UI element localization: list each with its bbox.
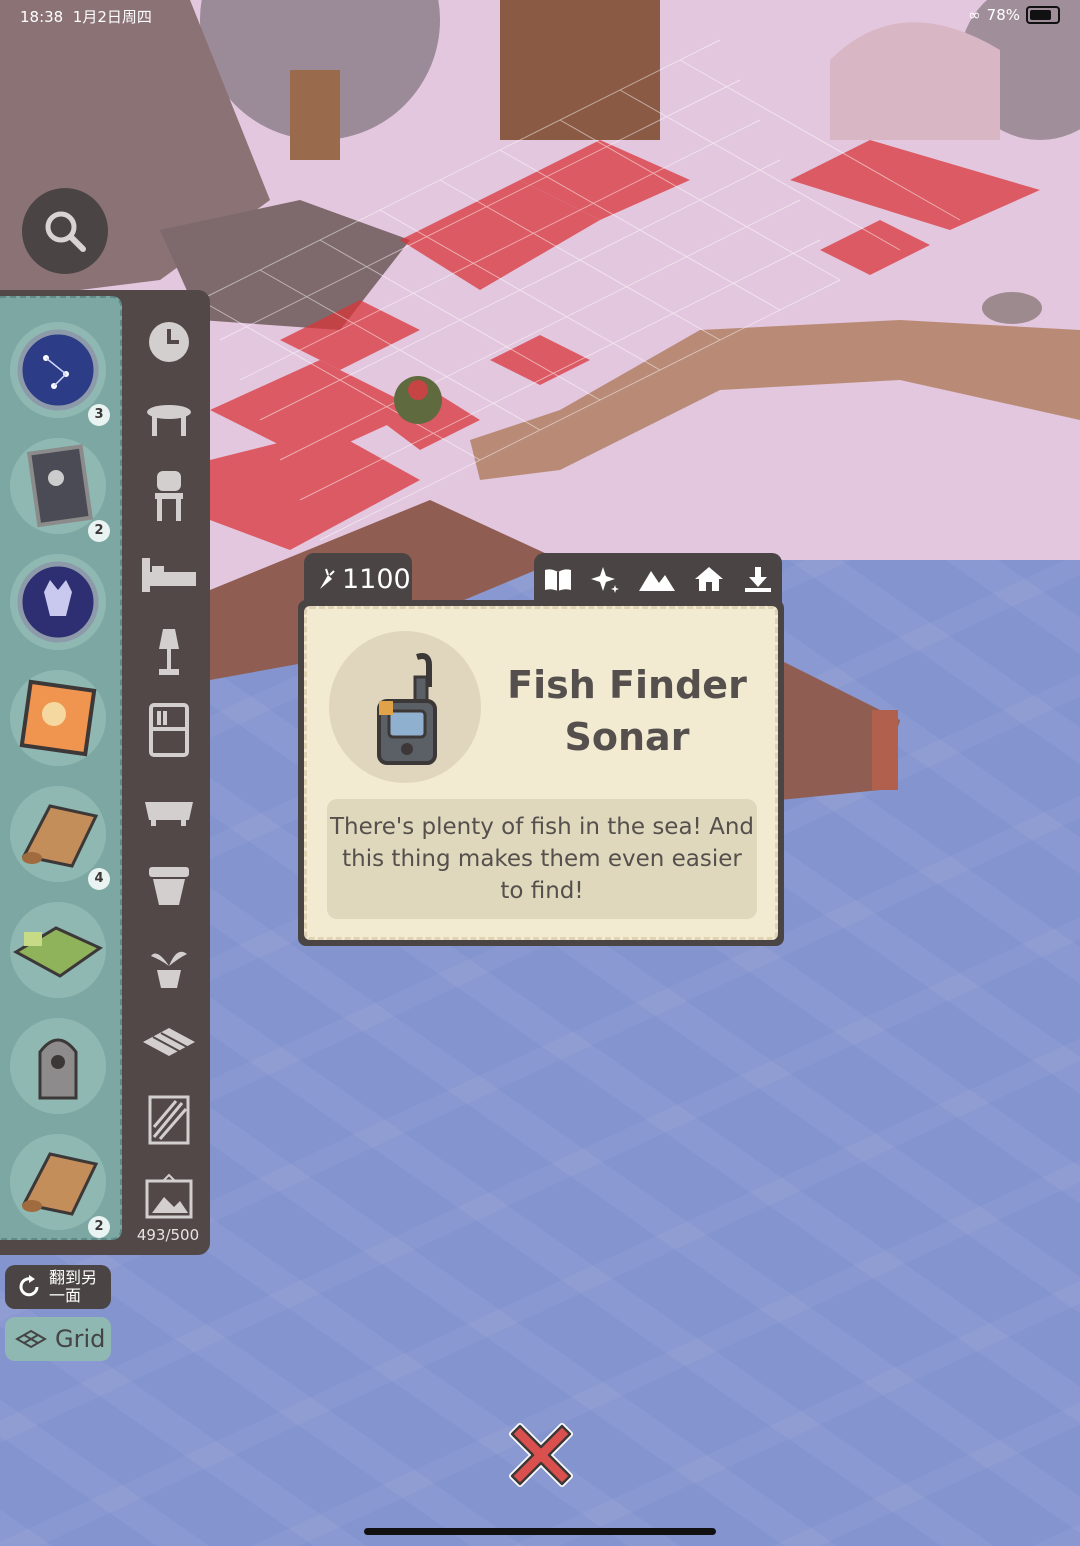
inventory-item-wood-roll[interactable]: 4: [10, 786, 110, 890]
bathtub-icon: [145, 802, 193, 826]
dog-portrait-icon: [17, 561, 99, 643]
inventory-item-poster[interactable]: 2: [10, 438, 110, 542]
wallpaper-icon: [148, 1095, 190, 1145]
battery-icon: [1026, 6, 1060, 24]
status-time: 18:38 1月2日周四: [20, 8, 152, 26]
status-bar: 18:38 1月2日周四 ∞ 78%: [0, 0, 1080, 32]
inventory-items: 3 2 4 2: [0, 296, 122, 1240]
tree-trunk: [290, 70, 340, 160]
download-icon[interactable]: [743, 565, 773, 593]
item-count-badge: 4: [88, 868, 110, 890]
category-chair[interactable]: [134, 464, 204, 528]
pot-icon: [149, 867, 189, 905]
plant-flower: [408, 380, 428, 400]
category-shelf[interactable]: [134, 698, 204, 762]
tooltip-card: Fish Finder Sonar There's plenty of fish…: [304, 606, 778, 940]
lamp-icon: [159, 629, 179, 675]
grid-icon: [15, 1329, 47, 1349]
gravestone-icon: [38, 1038, 78, 1100]
item-title: Fish Finder Sonar: [507, 663, 747, 759]
fish-finder-icon: [329, 631, 481, 783]
category-wallpaper[interactable]: [134, 1088, 204, 1152]
wood-roll-icon: [21, 1152, 99, 1216]
item-count-badge: 2: [88, 520, 110, 542]
category-bathtub[interactable]: [134, 776, 204, 840]
item-tags: [534, 553, 782, 605]
grid-label: Grid: [55, 1325, 106, 1353]
home-indicator[interactable]: [364, 1528, 716, 1535]
bed-item-icon: [12, 926, 104, 978]
inventory-item-constellation[interactable]: 3: [10, 322, 110, 426]
plant-icon: [151, 951, 187, 988]
inventory-count: 493/500: [136, 1226, 200, 1244]
search-icon: [45, 211, 86, 252]
painting-icon: [19, 679, 97, 757]
category-picture[interactable]: [134, 1164, 204, 1228]
category-table[interactable]: [134, 388, 204, 452]
wagon-cover: [830, 22, 1000, 140]
grid-toggle[interactable]: Grid: [5, 1317, 111, 1361]
category-floor[interactable]: [134, 1010, 204, 1074]
category-lamp[interactable]: [134, 620, 204, 684]
item-tooltip: Fish Finder Sonar There's plenty of fish…: [298, 600, 784, 946]
flip-label: 翻到另一面: [49, 1268, 98, 1305]
book-icon[interactable]: [543, 566, 573, 592]
category-clock[interactable]: [134, 310, 204, 374]
mountain-icon[interactable]: [639, 567, 675, 591]
battery-status: ∞ 78%: [968, 6, 1060, 24]
chair-icon: [155, 471, 183, 521]
carrot-icon: [320, 568, 335, 589]
link-icon: ∞: [968, 6, 981, 24]
item-count-badge: 3: [88, 404, 110, 426]
category-pot[interactable]: [134, 854, 204, 918]
category-bed[interactable]: [134, 542, 204, 606]
close-icon: [509, 1423, 573, 1487]
inventory-item-gravestone[interactable]: [10, 1018, 106, 1114]
inventory-item-green-bed[interactable]: [10, 902, 106, 998]
picture-icon: [145, 1173, 193, 1219]
sparkle-icon[interactable]: [591, 565, 621, 593]
inventory-panel: 3 2 4 2 493/500: [0, 290, 210, 1255]
battery-percent: 78%: [986, 6, 1020, 24]
flip-button[interactable]: 翻到另一面: [5, 1265, 111, 1309]
inventory-item-dog-portrait[interactable]: [10, 554, 106, 650]
shelf-icon: [149, 703, 189, 757]
close-button[interactable]: [498, 1412, 584, 1498]
clock-icon: [149, 322, 189, 362]
sonar-device-icon: [377, 653, 437, 765]
rotate-icon: [19, 1275, 39, 1297]
floor-icon: [143, 1028, 195, 1056]
poster-icon: [26, 444, 93, 528]
item-count-badge: 2: [88, 1216, 110, 1238]
wood-roll-icon: [21, 804, 99, 868]
home-icon[interactable]: [693, 565, 725, 593]
rock: [982, 292, 1042, 324]
inventory-item-wood-roll-2[interactable]: 2: [10, 1134, 110, 1238]
search-button[interactable]: [22, 188, 108, 274]
inventory-item-orange-painting[interactable]: [10, 670, 106, 766]
item-price: 1100: [304, 553, 412, 605]
price-value: 1100: [342, 563, 411, 595]
item-description: There's plenty of fish in the sea! And t…: [327, 799, 757, 919]
bed-icon: [142, 558, 196, 592]
pier-post: [872, 710, 898, 790]
category-plant[interactable]: [134, 932, 204, 996]
constellation-icon: [17, 329, 99, 411]
table-icon: [147, 405, 191, 436]
